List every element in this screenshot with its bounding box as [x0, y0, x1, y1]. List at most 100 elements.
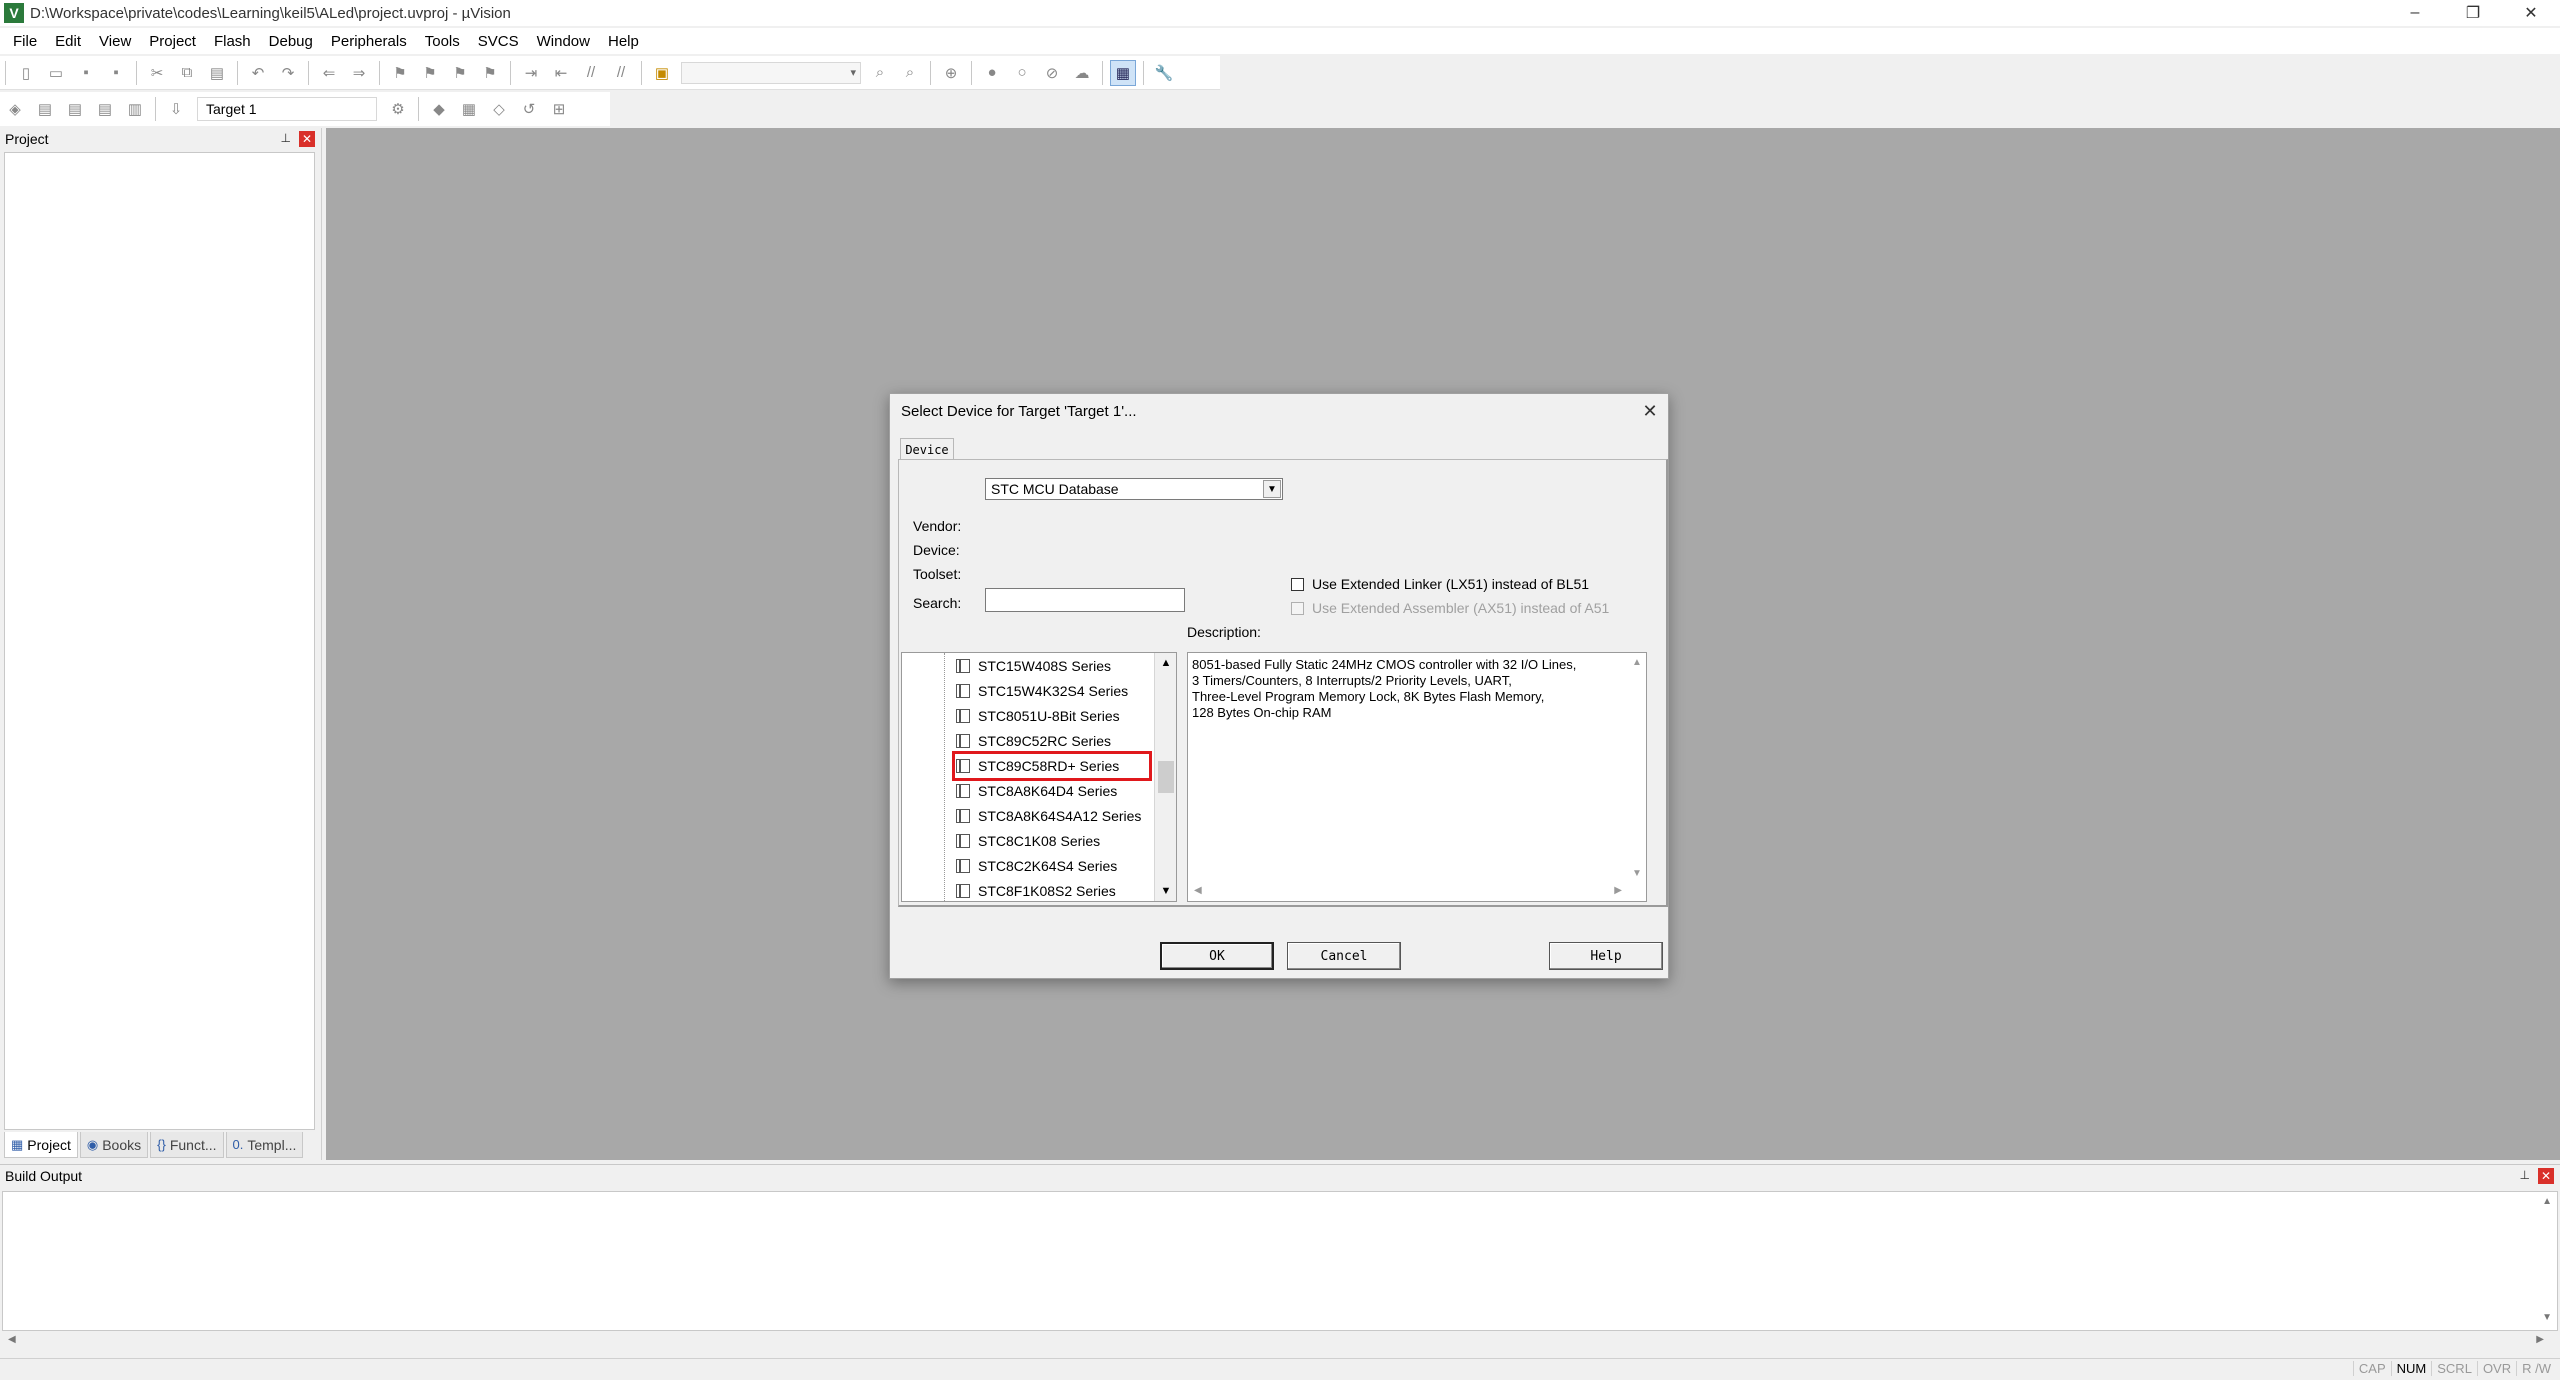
extended-linker-checkbox[interactable]: Use Extended Linker (LX51) instead of BL… — [1291, 576, 1589, 592]
target-select[interactable]: Target 1 — [197, 97, 377, 121]
tab-functions[interactable]: {} Funct... — [150, 1132, 224, 1158]
find-icon[interactable]: ⌕ — [867, 60, 893, 86]
description-vscrollbar[interactable]: ▲ ▼ — [1628, 653, 1646, 883]
run-time-env-icon[interactable]: ↺ — [516, 96, 542, 122]
next-bookmark-icon[interactable]: ⚑ — [447, 60, 473, 86]
redo-icon[interactable]: ↷ — [275, 60, 301, 86]
device-item-selected[interactable]: STC89C58RD+ Series — [952, 751, 1152, 781]
tab-project[interactable]: ▦ Project — [4, 1132, 78, 1158]
device-item[interactable]: STC8A8K64S4A12 Series — [956, 805, 1141, 827]
menu-svcs[interactable]: SVCS — [469, 33, 528, 50]
menu-tools[interactable]: Tools — [416, 33, 469, 50]
cancel-button[interactable]: Cancel — [1287, 942, 1401, 970]
new-file-icon[interactable]: ▯ — [13, 60, 39, 86]
debug-session-icon[interactable]: ⊕ — [938, 60, 964, 86]
scroll-thumb[interactable] — [1158, 761, 1174, 793]
restore-button[interactable]: ❐ — [2444, 0, 2502, 26]
stop-build-icon[interactable]: ▥ — [122, 96, 148, 122]
open-folder-icon[interactable]: ▭ — [43, 60, 69, 86]
comment-icon[interactable]: // — [578, 60, 604, 86]
indent-icon[interactable]: ⇥ — [518, 60, 544, 86]
tab-books[interactable]: ◉ Books — [79, 1132, 149, 1158]
build-output-text[interactable] — [2, 1191, 2558, 1331]
disable-breakpoint-icon[interactable]: ○ — [1009, 60, 1035, 86]
build-icon[interactable]: ▤ — [32, 96, 58, 122]
uncomment-icon[interactable]: // — [608, 60, 634, 86]
paste-icon[interactable]: ▤ — [204, 60, 230, 86]
scroll-down-icon[interactable]: ▼ — [1157, 882, 1175, 900]
scroll-down-icon[interactable]: ▼ — [1632, 868, 1642, 879]
search-input[interactable] — [985, 588, 1185, 612]
scroll-up-icon[interactable]: ▲ — [1157, 654, 1175, 672]
copy-icon[interactable]: ⧉ — [174, 60, 200, 86]
device-item[interactable]: STC8C2K64S4 Series — [956, 855, 1117, 877]
close-icon[interactable]: ✕ — [299, 131, 315, 147]
window-layout-icon[interactable]: ▦ — [1110, 59, 1136, 86]
menu-debug[interactable]: Debug — [260, 33, 322, 50]
device-item[interactable]: STC89C52RC Series — [956, 730, 1111, 752]
menu-file[interactable]: File — [4, 33, 46, 50]
pin-icon[interactable]: ⊥ — [2520, 1168, 2530, 1182]
incremental-find-icon[interactable]: ⌕ — [897, 60, 923, 86]
description-hscrollbar[interactable]: ◀ ▶ — [1188, 883, 1628, 901]
rebuild-icon[interactable]: ▤ — [62, 96, 88, 122]
find-in-files-icon[interactable]: ▣ — [649, 60, 675, 86]
minimize-button[interactable]: – — [2386, 0, 2444, 26]
manage-components-icon[interactable]: ◆ — [426, 96, 452, 122]
scroll-left-icon[interactable]: ◀ — [8, 1334, 16, 1345]
translate-icon[interactable]: ◈ — [2, 96, 28, 122]
ok-button[interactable]: OK — [1160, 942, 1274, 970]
menu-peripherals[interactable]: Peripherals — [322, 33, 416, 50]
download-icon[interactable]: ⇩ — [163, 96, 189, 122]
menu-view[interactable]: View — [90, 33, 140, 50]
device-item[interactable]: STC15W408S Series — [956, 655, 1111, 677]
undo-icon[interactable]: ↶ — [245, 60, 271, 86]
device-tree[interactable]: STC15W408S Series STC15W4K32S4 Series ST… — [901, 652, 1177, 902]
disable-all-breakpoints-icon[interactable]: ⊘ — [1039, 60, 1065, 86]
pack-installer-icon[interactable]: ⊞ — [546, 96, 572, 122]
scroll-up-icon[interactable]: ▲ — [2542, 1196, 2552, 1207]
device-item[interactable]: STC8C1K08 Series — [956, 830, 1100, 852]
build-output-hscrollbar[interactable] — [2, 1332, 2558, 1348]
device-item[interactable]: STC8051U-8Bit Series — [956, 705, 1120, 727]
chevron-down-icon[interactable]: ▼ — [1263, 480, 1281, 498]
pin-icon[interactable]: ⊥ — [281, 131, 291, 145]
close-icon[interactable]: ✕ — [1638, 399, 1662, 423]
save-all-icon[interactable]: ▪ — [103, 60, 129, 86]
scroll-up-icon[interactable]: ▲ — [1632, 657, 1642, 668]
close-window-button[interactable]: ✕ — [2502, 0, 2560, 26]
find-combo[interactable]: ▾ — [681, 61, 861, 84]
database-select[interactable]: STC MCU Database ▼ — [985, 478, 1283, 500]
device-item[interactable]: STC15W4K32S4 Series — [956, 680, 1128, 702]
menu-edit[interactable]: Edit — [46, 33, 90, 50]
tab-templates[interactable]: 0. Templ... — [225, 1132, 304, 1158]
project-tree[interactable] — [4, 152, 315, 1130]
checkbox-box[interactable] — [1291, 577, 1304, 591]
navigate-forward-icon[interactable]: ⇒ — [346, 60, 372, 86]
tab-device[interactable]: Device — [900, 438, 954, 460]
configure-icon[interactable]: 🔧 — [1151, 60, 1177, 86]
kill-breakpoints-icon[interactable]: ☁ — [1069, 60, 1095, 86]
select-packs-icon[interactable]: ◇ — [486, 96, 512, 122]
menu-flash[interactable]: Flash — [205, 33, 260, 50]
device-item[interactable]: STC8F1K08S2 Series — [956, 880, 1116, 901]
scroll-left-icon[interactable]: ◀ — [1194, 885, 1202, 896]
menu-project[interactable]: Project — [140, 33, 205, 50]
cut-icon[interactable]: ✂ — [144, 60, 170, 86]
device-item[interactable]: STC8A8K64D4 Series — [956, 780, 1117, 802]
scroll-down-icon[interactable]: ▼ — [2542, 1312, 2552, 1323]
target-options-icon[interactable]: ⚙ — [385, 96, 411, 122]
insert-breakpoint-icon[interactable]: ● — [979, 60, 1005, 86]
scroll-right-icon[interactable]: ▶ — [2536, 1334, 2544, 1345]
manage-project-items-icon[interactable]: ▦ — [456, 96, 482, 122]
navigate-back-icon[interactable]: ⇐ — [316, 60, 342, 86]
bookmark-icon[interactable]: ⚑ — [387, 60, 413, 86]
close-icon[interactable]: ✕ — [2538, 1168, 2554, 1184]
menu-help[interactable]: Help — [599, 33, 648, 50]
batch-build-icon[interactable]: ▤ — [92, 96, 118, 122]
clear-bookmarks-icon[interactable]: ⚑ — [477, 60, 503, 86]
prev-bookmark-icon[interactable]: ⚑ — [417, 60, 443, 86]
device-tree-scrollbar[interactable]: ▲ ▼ — [1154, 653, 1176, 901]
scroll-right-icon[interactable]: ▶ — [1614, 885, 1622, 896]
unindent-icon[interactable]: ⇤ — [548, 60, 574, 86]
